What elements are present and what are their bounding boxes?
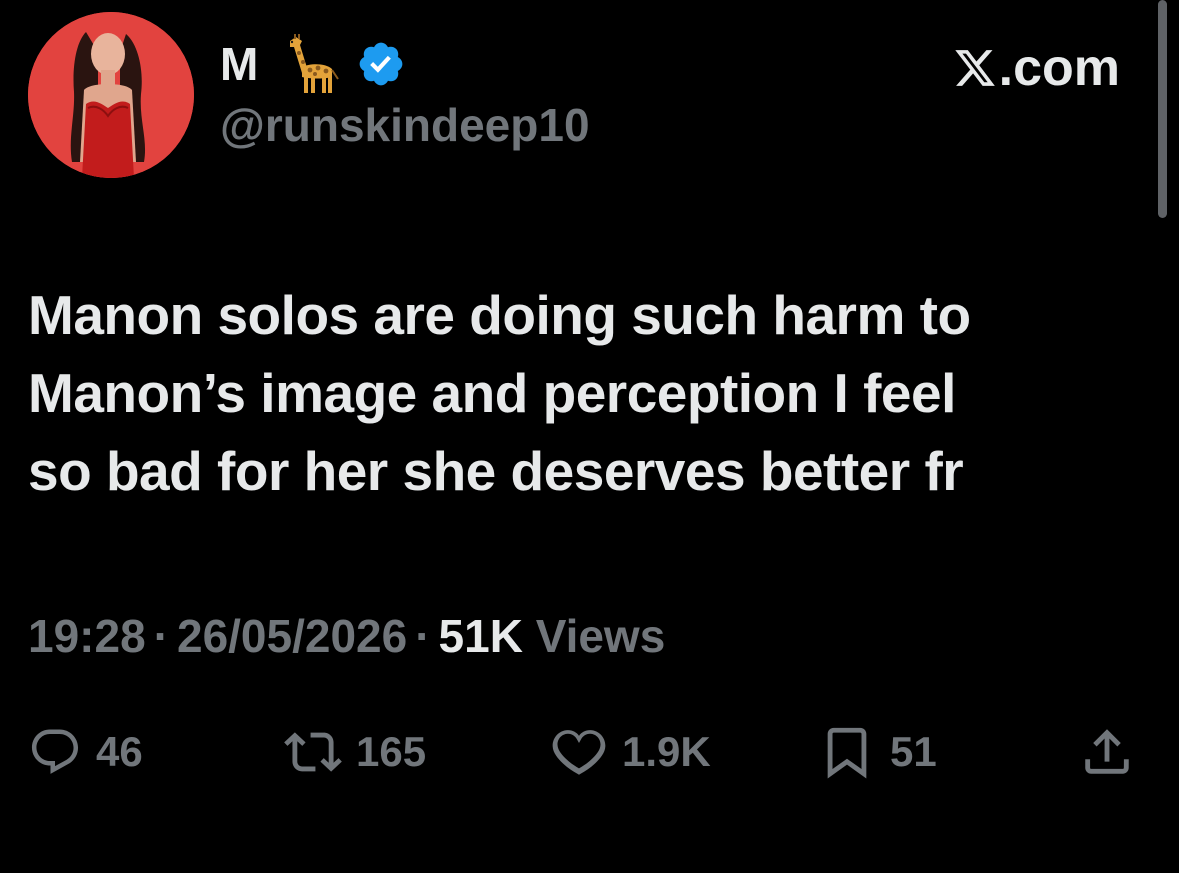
tweet-meta: 19:28 · 26/05/2026 · 51K Views — [28, 606, 665, 666]
avatar-image — [28, 12, 194, 178]
giraffe-emoji-icon — [280, 33, 342, 95]
repost-count: 165 — [356, 728, 427, 775]
separator-dot: · — [415, 610, 431, 662]
tweet-time[interactable]: 19:28 — [28, 610, 146, 662]
separator-dot: · — [153, 610, 169, 662]
avatar[interactable] — [28, 12, 194, 178]
reply-icon — [31, 729, 79, 774]
name-row: M — [220, 32, 406, 96]
tweet-header: M @runskindeep10 .com — [28, 12, 1128, 182]
reply-button[interactable]: 46 — [28, 722, 143, 782]
repost-button[interactable]: 165 — [284, 722, 426, 782]
verified-badge-icon[interactable] — [356, 39, 406, 89]
tweet-line: Manon solos are doing such harm to — [28, 284, 971, 346]
tweet-text: Manon solos are doing such harm to Manon… — [28, 276, 1138, 510]
source-label: .com — [998, 39, 1120, 97]
heart-icon — [552, 730, 606, 775]
tweet-line: so bad for her she deserves better fr — [28, 440, 964, 502]
like-button[interactable]: 1.9K — [550, 722, 711, 782]
share-button[interactable] — [1078, 722, 1136, 782]
share-icon — [1085, 729, 1129, 774]
source-watermark: .com — [953, 42, 1120, 94]
tweet-date[interactable]: 26/05/2026 — [177, 610, 407, 662]
bookmark-count: 51 — [890, 728, 937, 775]
scrollbar[interactable] — [1158, 0, 1167, 218]
views-label: Views — [535, 610, 666, 662]
views-count: 51K — [438, 610, 523, 662]
x-logo-icon — [953, 46, 997, 90]
author-handle[interactable]: @runskindeep10 — [220, 102, 590, 148]
action-bar: 46 165 1.9K 51 — [28, 722, 1140, 782]
display-name[interactable]: M — [220, 41, 258, 87]
repost-icon — [284, 732, 342, 772]
bookmark-button[interactable]: 51 — [818, 722, 937, 782]
bookmark-icon — [827, 727, 867, 779]
like-count: 1.9K — [622, 728, 711, 775]
reply-count: 46 — [96, 728, 143, 775]
tweet-line: Manon’s image and perception I feel — [28, 362, 956, 424]
